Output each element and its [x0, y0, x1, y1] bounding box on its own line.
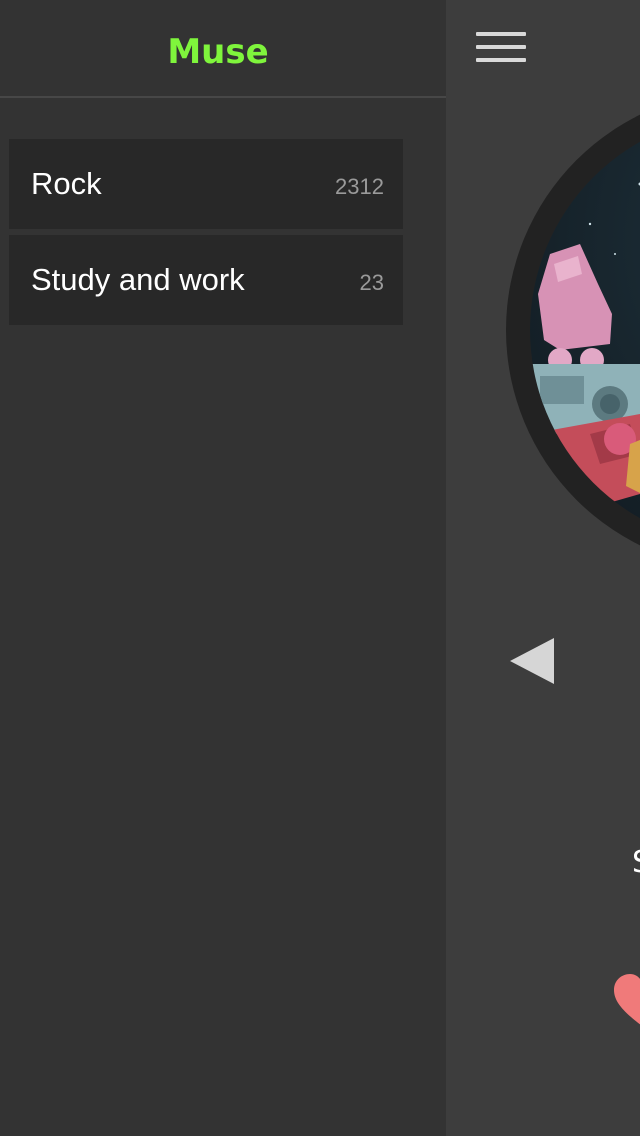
playlist-list: Rock 2312 Study and work 23	[9, 139, 403, 331]
menu-line	[476, 58, 526, 62]
playlist-drawer: Muse Rock 2312 Study and work 23	[0, 0, 446, 1136]
song-title: S	[632, 845, 640, 881]
heart-icon	[614, 974, 640, 1025]
playlist-count: 23	[359, 270, 384, 295]
hamburger-menu-icon[interactable]	[476, 30, 526, 66]
playlist-name: Rock	[31, 166, 102, 201]
previous-track-icon	[510, 638, 554, 684]
menu-line	[476, 45, 526, 49]
player-panel: S	[446, 0, 640, 1136]
playlist-item-study-and-work[interactable]: Study and work 23	[9, 235, 403, 325]
previous-track-button[interactable]	[510, 638, 554, 684]
playlist-name: Study and work	[31, 262, 245, 297]
menu-line	[476, 32, 526, 36]
drawer-header: Muse	[0, 0, 446, 98]
playlist-count: 2312	[335, 174, 384, 199]
app: S Muse Rock 2312 Study and work 23	[0, 0, 640, 1136]
app-title: Muse	[167, 32, 269, 72]
playlist-item-rock[interactable]: Rock 2312	[9, 139, 403, 229]
like-button[interactable]	[612, 970, 640, 1030]
